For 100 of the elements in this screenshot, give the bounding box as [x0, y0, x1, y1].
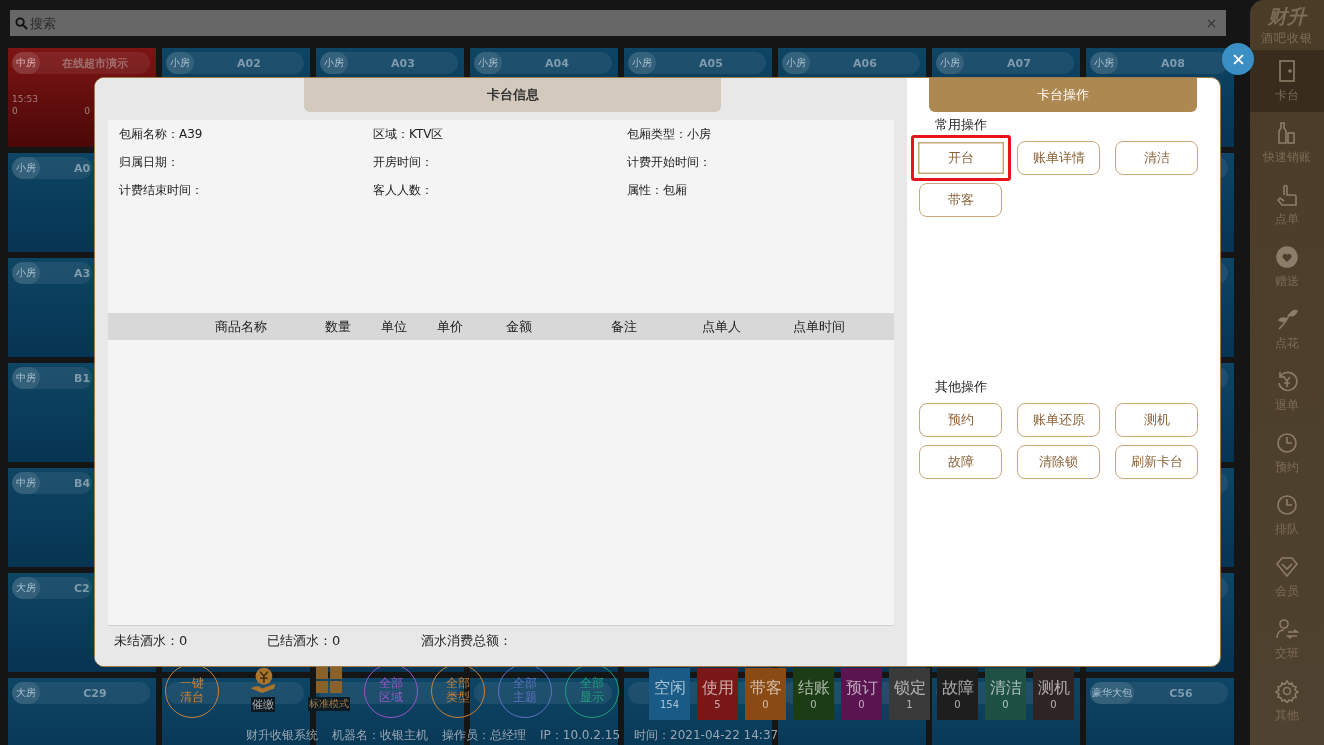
action-button[interactable]: 刷新卡台: [1115, 445, 1198, 479]
status-count[interactable]: 使用 5: [697, 668, 738, 720]
action-button[interactable]: 清除锁: [1017, 445, 1100, 479]
room-type-tag: 小房: [320, 52, 348, 74]
info-field: 包厢名称：A39: [119, 126, 373, 154]
room-type-tag: 中房: [12, 52, 40, 74]
status-count[interactable]: 空闲 154: [649, 668, 690, 720]
room-name: A08: [1161, 56, 1185, 70]
action-button[interactable]: 清洁: [1115, 141, 1198, 175]
room-count: 0: [12, 106, 18, 116]
room-type-tag: 小房: [936, 52, 964, 74]
room-type-tag: 中房: [12, 367, 40, 389]
room-type-tag: 小房: [782, 52, 810, 74]
room-header[interactable]: 小房 A3: [12, 262, 92, 284]
room-header[interactable]: 中房 在线超市演示: [12, 52, 150, 74]
diamond-icon: [1275, 554, 1299, 579]
clock-icon: [1275, 430, 1299, 455]
room-header[interactable]: 小房 A08: [1090, 52, 1228, 74]
room-header[interactable]: 小房 A03: [320, 52, 458, 74]
column-header: 备注: [610, 317, 638, 336]
room-type-tag: 大房: [12, 682, 40, 704]
room-name: C56: [1169, 686, 1193, 700]
coin-hand-icon[interactable]: [249, 666, 277, 694]
column-header: 单价: [436, 317, 464, 336]
room-name: B4: [74, 476, 91, 490]
info-field: 区域：KTV区: [373, 126, 627, 154]
room-count: 0: [84, 106, 90, 116]
room-header[interactable]: 中房 B4: [12, 472, 92, 494]
column-header: 金额: [505, 317, 533, 336]
status-count[interactable]: 锁定 1: [889, 668, 930, 720]
status-count[interactable]: 清洁 0: [985, 668, 1026, 720]
room-name: C2: [74, 581, 90, 595]
close-button[interactable]: [1222, 43, 1254, 75]
room-name: A03: [391, 56, 415, 70]
room-name: A02: [237, 56, 261, 70]
room-type-tag: 小房: [166, 52, 194, 74]
column-header: 点单人: [700, 317, 742, 336]
room-header[interactable]: 小房 A0: [12, 157, 92, 179]
operations-tab[interactable]: 卡台操作: [929, 78, 1197, 112]
action-button[interactable]: 带客: [919, 183, 1002, 217]
status-count[interactable]: 结账 0: [793, 668, 834, 720]
info-field: 客人人数：: [373, 182, 627, 210]
room-type-tag: 小房: [628, 52, 656, 74]
info-field: 计费结束时间：: [119, 182, 373, 210]
status-text: IP：10.0.2.15: [540, 727, 621, 744]
tool-label: 标准模式: [308, 697, 350, 711]
status-count[interactable]: 预订 0: [841, 668, 882, 720]
disc-icon: [1275, 244, 1299, 269]
info-field: 包厢类型：小房: [627, 126, 894, 154]
status-count[interactable]: 测机 0: [1033, 668, 1074, 720]
tool-label: 催缴: [251, 697, 275, 712]
status-text: 操作员：总经理: [442, 727, 526, 744]
room-name: A0: [74, 161, 91, 175]
room-header[interactable]: 大房 C2: [12, 577, 92, 599]
room-type-tag: 中房: [12, 472, 40, 494]
search-icon: [15, 17, 28, 30]
column-header: 数量: [324, 317, 352, 336]
room-header[interactable]: 小房 A04: [474, 52, 612, 74]
column-header: 商品名称: [214, 317, 268, 336]
room-header[interactable]: 小房 A05: [628, 52, 766, 74]
action-button[interactable]: 故障: [919, 445, 1002, 479]
info-field: 开房时间：: [373, 154, 627, 182]
room-type-tag: 小房: [1090, 52, 1118, 74]
room-name: A3: [74, 266, 91, 280]
room-tile[interactable]: 大房 C29: [8, 678, 156, 745]
room-tile[interactable]: 豪华大包 C56: [1086, 678, 1234, 745]
group-title: 其他操作: [935, 378, 988, 396]
room-header[interactable]: 中房 B1: [12, 367, 92, 389]
room-header[interactable]: 小房 A07: [936, 52, 1074, 74]
clock-icon: [1275, 492, 1299, 517]
room-type-tag: 大房: [12, 577, 40, 599]
room-header[interactable]: 小房 A02: [166, 52, 304, 74]
info-tab[interactable]: 卡台信息: [304, 78, 721, 112]
status-text: 时间：2021-04-22 14:37: [634, 727, 779, 744]
search-field[interactable]: 搜索: [10, 10, 1226, 36]
column-header: 单位: [380, 317, 408, 336]
column-header: 点单时间: [792, 317, 846, 336]
status-count[interactable]: 带客 0: [745, 668, 786, 720]
action-button[interactable]: 预约: [919, 403, 1002, 437]
room-time: 15:53: [12, 94, 39, 104]
info-field: 属性：包厢: [627, 182, 894, 210]
sidebar-item[interactable]: 卡台: [1250, 50, 1324, 112]
action-button[interactable]: 测机: [1115, 403, 1198, 437]
total-text: 已结酒水：0: [267, 632, 342, 650]
room-header[interactable]: 小房 A06: [782, 52, 920, 74]
group-title: 常用操作: [935, 116, 988, 134]
action-button[interactable]: 账单详情: [1017, 141, 1100, 175]
status-count[interactable]: 故障 0: [937, 668, 978, 720]
room-type-tag: 小房: [12, 262, 40, 284]
grid-icon[interactable]: [315, 666, 343, 694]
users-icon: [1275, 616, 1299, 641]
hand-icon: [1275, 182, 1299, 207]
room-type-tag: 小房: [12, 157, 40, 179]
room-name: C29: [83, 686, 107, 700]
room-name: B1: [74, 371, 91, 385]
action-button[interactable]: 账单还原: [1017, 403, 1100, 437]
action-button[interactable]: 开台: [911, 135, 1011, 181]
total-text: 酒水消费总额：: [421, 632, 512, 650]
room-name: A06: [853, 56, 877, 70]
settings-icon: [1275, 678, 1299, 703]
